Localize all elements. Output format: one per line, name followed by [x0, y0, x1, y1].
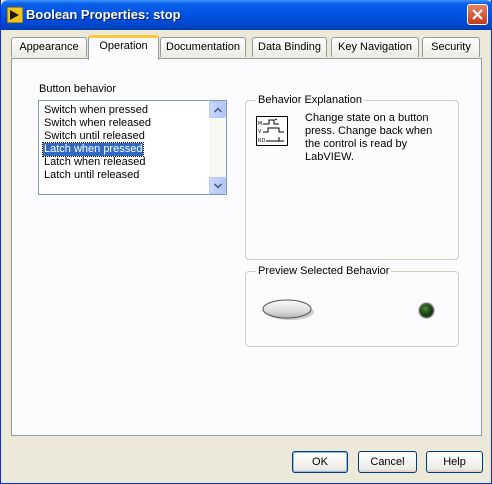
list-item-latch-until-released[interactable]: Latch until released — [43, 169, 140, 182]
help-button[interactable]: Help — [426, 451, 483, 473]
cancel-button[interactable]: Cancel — [358, 451, 417, 473]
behavior-explanation-title: Behavior Explanation — [256, 94, 364, 106]
boolean-button-icon[interactable] — [262, 298, 314, 320]
tab-data-binding[interactable]: Data Binding — [252, 37, 327, 57]
tab-documentation[interactable]: Documentation — [160, 37, 246, 57]
operation-panel: Button behavior Switch when pressed Swit… — [11, 58, 482, 436]
list-item-switch-when-released[interactable]: Switch when released — [43, 117, 152, 130]
labview-app-icon — [7, 7, 23, 23]
chevron-down-icon — [214, 183, 222, 189]
scroll-up-button[interactable] — [209, 101, 226, 118]
dialog-window: Boolean Properties: stop Appearance Oper… — [0, 0, 492, 484]
list-item-switch-when-pressed[interactable]: Switch when pressed — [43, 104, 149, 117]
title-bar[interactable]: Boolean Properties: stop — [1, 0, 492, 30]
behavior-explanation-text: Change state on a button press. Change b… — [305, 112, 433, 163]
led-indicator-icon — [420, 304, 433, 317]
button-behavior-listbox[interactable]: Switch when pressed Switch when released… — [38, 100, 227, 195]
listbox-scrollbar[interactable] — [209, 101, 226, 194]
close-button[interactable] — [467, 4, 488, 25]
behavior-explanation-group: Behavior Explanation M V RD Change state… — [245, 94, 459, 260]
list-item-latch-when-pressed[interactable]: Latch when pressed — [41, 142, 145, 157]
window-title: Boolean Properties: stop — [26, 7, 181, 22]
scroll-down-button[interactable] — [209, 177, 226, 194]
list-item-switch-until-released[interactable]: Switch until released — [43, 130, 146, 143]
tab-key-navigation[interactable]: Key Navigation — [331, 37, 419, 57]
close-icon — [472, 9, 483, 20]
preview-behavior-group: Preview Selected Behavior — [245, 265, 459, 347]
ok-button[interactable]: OK — [292, 451, 348, 473]
button-behavior-label: Button behavior — [39, 83, 117, 95]
tab-operation[interactable]: Operation — [88, 35, 159, 60]
svg-text:M: M — [258, 121, 262, 127]
timing-diagram-icon: M V RD — [256, 116, 288, 146]
preview-behavior-title: Preview Selected Behavior — [256, 265, 392, 277]
tab-security[interactable]: Security — [422, 37, 480, 57]
list-item-latch-when-released[interactable]: Latch when released — [43, 156, 147, 169]
svg-text:RD: RD — [258, 138, 265, 144]
tab-appearance[interactable]: Appearance — [11, 37, 87, 57]
svg-text:V: V — [258, 129, 262, 135]
chevron-up-icon — [214, 107, 222, 113]
